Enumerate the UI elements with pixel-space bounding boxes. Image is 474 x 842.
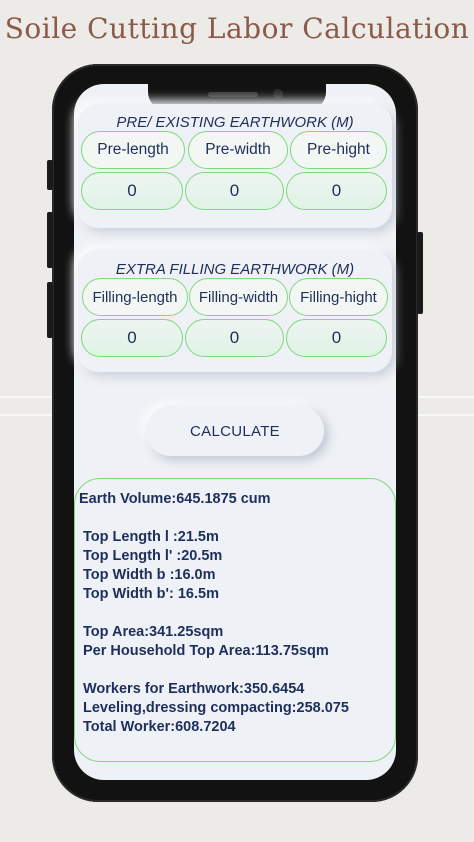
top-width-b-text: Top Width b :16.0m — [83, 567, 216, 583]
filling-length-label: Filling-length — [82, 278, 188, 316]
phone-side-button — [47, 160, 53, 190]
filling-hight-input[interactable]: 0 — [286, 319, 387, 357]
pre-hight-label: Pre-hight — [290, 131, 387, 169]
leveling-compacting-text: Leveling,dressing compacting:258.075 — [83, 700, 349, 716]
filling-earthwork-title: EXTRA FILLING EARTHWORK (M) — [115, 261, 355, 278]
filling-length-input[interactable]: 0 — [81, 319, 183, 357]
pre-length-label: Pre-length — [81, 131, 185, 169]
total-worker-text: Total Worker:608.7204 — [83, 719, 236, 735]
promo-title: Soile Cutting Labor Calculation — [4, 12, 470, 45]
speaker-icon — [208, 92, 258, 97]
top-length-l-text: Top Length l :21.5m — [83, 529, 219, 545]
camera-icon — [273, 89, 283, 99]
phone-power-button — [417, 232, 423, 314]
top-length-l-prime-text: Top Length l' :20.5m — [83, 548, 223, 564]
earth-volume-text: Earth Volume:645.1875 cum — [79, 491, 271, 507]
household-top-area-text: Per Household Top Area:113.75sqm — [83, 643, 329, 659]
filling-width-label: Filling-width — [189, 278, 288, 316]
pre-width-label: Pre-width — [188, 131, 288, 169]
calculate-button[interactable]: CALCULATE — [146, 406, 324, 456]
workers-earthwork-text: Workers for Earthwork:350.6454 — [83, 681, 305, 697]
pre-length-input[interactable]: 0 — [81, 172, 183, 210]
pre-hight-input[interactable]: 0 — [286, 172, 387, 210]
filling-hight-label: Filling-hight — [289, 278, 388, 316]
pre-width-input[interactable]: 0 — [185, 172, 284, 210]
top-area-text: Top Area:341.25sqm — [83, 624, 224, 640]
existing-earthwork-title: PRE/ EXISTING EARTHWORK (M) — [116, 114, 354, 131]
top-width-b-prime-text: Top Width b': 16.5m — [83, 586, 219, 602]
phone-volume-down-button — [47, 282, 53, 338]
filling-width-input[interactable]: 0 — [185, 319, 284, 357]
phone-volume-up-button — [47, 212, 53, 268]
